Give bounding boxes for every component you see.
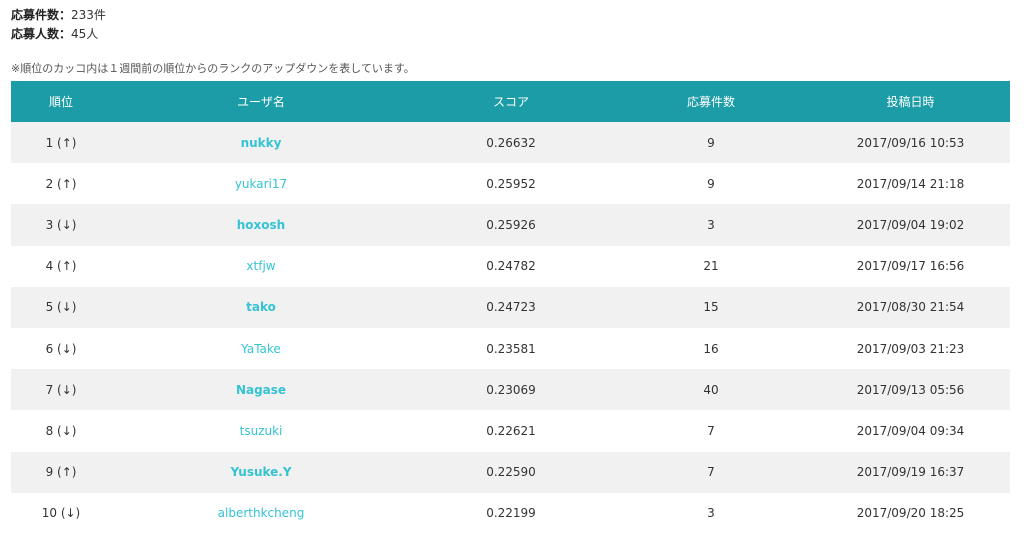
username-cell: tako (111, 286, 411, 328)
rank-note: ※順位のカッコ内は１週間前の順位からのランクのアップダウンを表しています。 (11, 62, 415, 75)
user-link[interactable]: xtfjw (246, 259, 275, 273)
rank-cell: 5 (↓) (11, 286, 111, 328)
rank-cell: 6 (↓) (11, 327, 111, 370)
entries-cell: 7 (611, 410, 811, 452)
posted-at-cell: 2017/09/04 19:02 (811, 204, 1010, 246)
rank-cell: 8 (↓) (11, 410, 111, 452)
user-link[interactable]: YaTake (241, 342, 281, 356)
rank-cell: 4 (↑) (11, 245, 111, 287)
summary: 応募件数：233件 応募人数：45人 (11, 6, 106, 44)
entries-cell: 16 (611, 327, 811, 370)
posted-at-cell: 2017/09/19 16:37 (811, 451, 1010, 493)
user-link[interactable]: hoxosh (237, 218, 285, 232)
leaderboard-table: 順位 ユーザ名 スコア 応募件数 投稿日時 1 (↑) nukky 0.2663… (11, 81, 1010, 534)
score-cell: 0.23581 (411, 327, 611, 370)
user-link[interactable]: yukari17 (235, 177, 287, 191)
rank-cell: 2 (↑) (11, 163, 111, 205)
posted-at-cell: 2017/09/14 21:18 (811, 163, 1010, 205)
username-cell: yukari17 (111, 163, 411, 205)
score-cell: 0.22590 (411, 451, 611, 493)
rank-cell: 7 (↓) (11, 369, 111, 411)
entries-cell: 40 (611, 369, 811, 411)
rank-cell: 10 (↓) (11, 492, 111, 534)
user-link[interactable]: nukky (241, 136, 282, 150)
score-cell: 0.24723 (411, 286, 611, 328)
posted-at-cell: 2017/09/03 21:23 (811, 327, 1010, 370)
table-row: 9 (↑) Yusuke.Y 0.22590 7 2017/09/19 16:3… (11, 451, 1010, 493)
people-summary: 応募人数：45人 (11, 25, 106, 44)
username-cell: YaTake (111, 327, 411, 370)
table-row: 4 (↑) xtfjw 0.24782 21 2017/09/17 16:56 (11, 245, 1010, 287)
entries-cell: 3 (611, 204, 811, 246)
posted-at-cell: 2017/08/30 21:54 (811, 286, 1010, 328)
entries-cell: 15 (611, 286, 811, 328)
user-link[interactable]: Yusuke.Y (230, 465, 291, 479)
username-cell: alberthkcheng (111, 492, 411, 534)
user-link[interactable]: alberthkcheng (218, 506, 305, 520)
score-cell: 0.24782 (411, 245, 611, 287)
username-cell: xtfjw (111, 245, 411, 287)
entries-cell: 3 (611, 492, 811, 534)
entries-cell: 9 (611, 163, 811, 205)
entries-label: 応募件数： (11, 8, 72, 22)
username-cell: Yusuke.Y (111, 451, 411, 493)
rank-cell: 9 (↑) (11, 451, 111, 493)
table-row: 5 (↓) tako 0.24723 15 2017/08/30 21:54 (11, 286, 1010, 328)
header-entries: 応募件数 (611, 81, 811, 122)
posted-at-cell: 2017/09/04 09:34 (811, 410, 1010, 452)
username-cell: tsuzuki (111, 410, 411, 452)
entries-cell: 9 (611, 122, 811, 164)
score-cell: 0.26632 (411, 122, 611, 164)
posted-at-cell: 2017/09/20 18:25 (811, 492, 1010, 534)
header-score: スコア (411, 81, 611, 122)
posted-at-cell: 2017/09/16 10:53 (811, 122, 1010, 164)
table-header-row: 順位 ユーザ名 スコア 応募件数 投稿日時 (11, 81, 1010, 122)
entries-cell: 21 (611, 245, 811, 287)
score-cell: 0.25926 (411, 204, 611, 246)
header-username: ユーザ名 (111, 81, 411, 122)
username-cell: Nagase (111, 369, 411, 411)
user-link[interactable]: tako (246, 300, 276, 314)
score-cell: 0.22199 (411, 492, 611, 534)
table-row: 8 (↓) tsuzuki 0.22621 7 2017/09/04 09:34 (11, 410, 1010, 452)
score-cell: 0.23069 (411, 369, 611, 411)
username-cell: nukky (111, 122, 411, 164)
score-cell: 0.22621 (411, 410, 611, 452)
user-link[interactable]: tsuzuki (240, 424, 283, 438)
entries-cell: 7 (611, 451, 811, 493)
table-row: 10 (↓) alberthkcheng 0.22199 3 2017/09/2… (11, 492, 1010, 534)
posted-at-cell: 2017/09/13 05:56 (811, 369, 1010, 411)
posted-at-cell: 2017/09/17 16:56 (811, 245, 1010, 287)
username-cell: hoxosh (111, 204, 411, 246)
entries-value: 233件 (71, 8, 106, 22)
rank-cell: 1 (↑) (11, 122, 111, 164)
header-rank: 順位 (11, 81, 111, 122)
table-row: 3 (↓) hoxosh 0.25926 3 2017/09/04 19:02 (11, 204, 1010, 246)
table-row: 1 (↑) nukky 0.26632 9 2017/09/16 10:53 (11, 122, 1010, 164)
table-row: 7 (↓) Nagase 0.23069 40 2017/09/13 05:56 (11, 369, 1010, 411)
rank-cell: 3 (↓) (11, 204, 111, 246)
people-label: 応募人数： (11, 27, 72, 41)
entries-summary: 応募件数：233件 (11, 6, 106, 25)
score-cell: 0.25952 (411, 163, 611, 205)
people-value: 45人 (71, 27, 99, 41)
table-row: 6 (↓) YaTake 0.23581 16 2017/09/03 21:23 (11, 327, 1010, 370)
table-row: 2 (↑) yukari17 0.25952 9 2017/09/14 21:1… (11, 163, 1010, 205)
header-posted-at: 投稿日時 (811, 81, 1010, 122)
user-link[interactable]: Nagase (236, 383, 286, 397)
